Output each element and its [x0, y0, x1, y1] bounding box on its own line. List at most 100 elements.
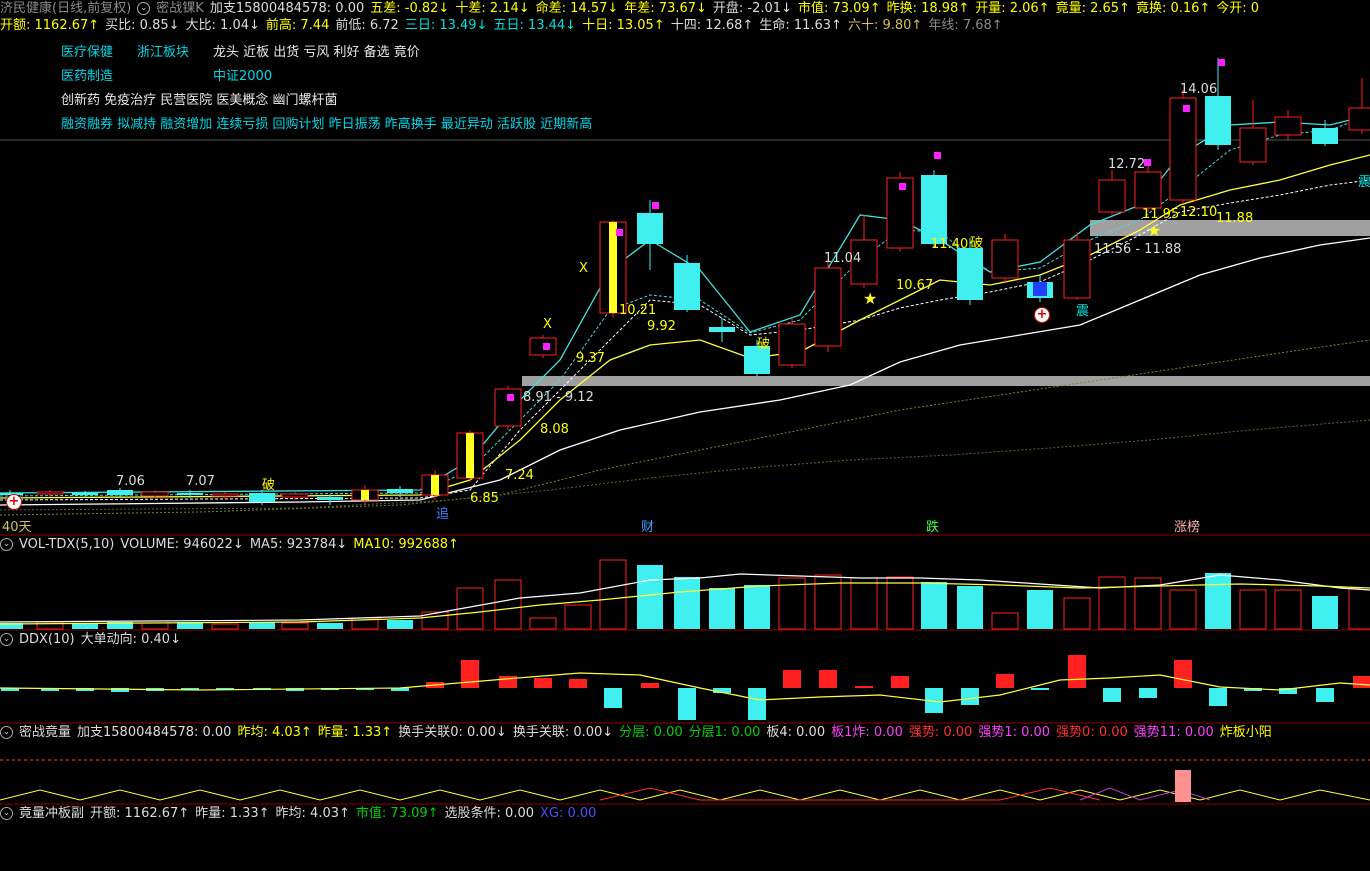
ddx-bar [819, 670, 837, 688]
candle-body [957, 248, 983, 300]
signal-x: X [579, 261, 588, 276]
price-label: 7.06 [116, 474, 145, 489]
indicator-value: 强势1: 0.00 [978, 725, 1051, 740]
volume-bar [1239, 589, 1267, 630]
ddx-bar [1139, 688, 1157, 698]
indicator-value: 板1炸: 0.00 [831, 725, 903, 740]
candle-body [141, 491, 169, 497]
volume-bar [1312, 596, 1338, 629]
indicator-value: 昨量: 1.33↑ [317, 725, 393, 740]
signal-x: X [543, 317, 552, 332]
candle-body [211, 493, 239, 497]
star-icon: ★ [1147, 221, 1161, 240]
price-label: 11.95 [1142, 207, 1180, 222]
volume-bar [1169, 589, 1197, 630]
volume-bar [886, 576, 914, 630]
buy-signal-icon[interactable]: + [6, 494, 22, 510]
candle-body [709, 327, 735, 332]
indicator-value: 加支15800484578: 0.00 [77, 725, 232, 740]
ddx-bar [855, 686, 873, 688]
candle-body [1205, 96, 1231, 145]
price-label: 14.06 [1180, 82, 1218, 97]
collapse-icon[interactable]: ⌄ [0, 807, 13, 820]
signal-dot [652, 202, 659, 209]
price-label: 12.10 [1180, 205, 1218, 220]
indicator-value: XG: 0.00 [540, 806, 597, 821]
mzjl-pane-header: ⌄ 密战竟量 加支15800484578: 0.00 昨均: 4.03↑ 昨量: 1.3… [0, 724, 1370, 742]
price-label: 11.40 [931, 237, 969, 252]
indicator-value: 换手关联: 0.00↓ [512, 725, 614, 740]
volume-bar [599, 559, 627, 630]
candle-body [1134, 171, 1162, 209]
signal-dot [1218, 59, 1225, 66]
indicator-value: 强势11: 0.00 [1133, 725, 1214, 740]
candle-body [1312, 128, 1338, 144]
price-label: 10.21 [619, 303, 657, 318]
price-label: 11.04 [824, 251, 862, 266]
signal-po: 破 [262, 478, 276, 493]
candle-body [814, 267, 842, 347]
volume-bars [0, 559, 1370, 630]
candle-body [107, 490, 133, 495]
event-marker-zhangbang[interactable]: 涨榜 [1174, 516, 1200, 535]
candle-body [1239, 127, 1267, 163]
volume-bar [141, 622, 169, 630]
candle-body [72, 493, 98, 495]
candle-body [1274, 116, 1302, 136]
volume-bar [921, 582, 947, 629]
signal-dot [1183, 105, 1190, 112]
ddx-bar [783, 670, 801, 688]
price-label: 6.85 [470, 491, 499, 506]
ddx-bar [569, 679, 587, 688]
volume-bar [317, 623, 343, 629]
collapse-icon[interactable]: ⌄ [0, 538, 13, 551]
limit-up-bar [431, 475, 439, 495]
indicator-value: VOL-TDX(5,10) [19, 537, 115, 552]
volume-bar [744, 585, 770, 629]
event-marker-cai[interactable]: 财 [641, 516, 654, 535]
price-label: 7.07 [186, 474, 215, 489]
star-icon: ★ [863, 289, 877, 308]
candle-body [637, 213, 663, 244]
candle-body [281, 493, 309, 498]
indicator-value: 密战竟量 [19, 725, 72, 740]
signal-dot [507, 394, 514, 401]
indicator-value: 强势0: 0.00 [1056, 725, 1128, 740]
ddx-bar [961, 688, 979, 705]
ddx-bar [748, 688, 766, 720]
event-marker-zhui[interactable]: 追 [436, 503, 449, 522]
event-marker-die[interactable]: 跌 [926, 516, 939, 535]
volume-bar [211, 623, 239, 630]
buy-signal-icon[interactable]: + [1034, 307, 1050, 323]
candle-body [249, 493, 275, 502]
ddx-pane-header: ⌄ DDX(10) 大单动向: 0.40↓ [0, 631, 1370, 649]
price-label: 9.92 [647, 319, 676, 334]
indicator-value: 开额: 1162.67↑ [90, 806, 190, 821]
indicator-value: 市值: 73.09↑ [355, 806, 439, 821]
volume-bar [957, 586, 983, 629]
indicator-value: DDX(10) [19, 632, 75, 647]
volume-bar [850, 577, 878, 630]
candle-body [387, 489, 413, 493]
signal-zhen: 震 [1358, 175, 1370, 190]
indicator-value: 换手关联0: 0.00↓ [398, 725, 507, 740]
volume-bar [281, 622, 309, 630]
indicator-value: 昨均: 4.03↑ [275, 806, 350, 821]
volume-bar [1205, 573, 1231, 629]
period-label: 40天 [2, 520, 32, 535]
volume-bar [1063, 597, 1091, 630]
ddx-bar [604, 688, 622, 708]
collapse-icon[interactable]: ⌄ [0, 633, 13, 646]
indicator-value: 分层: 0.00 [619, 725, 683, 740]
indicator-value: MA5: 923784↓ [249, 537, 348, 552]
signal-dot [899, 183, 906, 190]
ddx-bar [1209, 688, 1227, 706]
price-label: 9.37 [576, 351, 605, 366]
zone-label: 8.91 - 9.12 [523, 390, 594, 405]
ddx-bar [891, 676, 909, 688]
collapse-icon[interactable]: ⌄ [0, 726, 13, 739]
indicator-value: 昨量: 1.33↑ [195, 806, 270, 821]
support-band-low [522, 376, 1370, 386]
signal-po: 破 [757, 337, 771, 352]
signal-zhen: 震 [1076, 304, 1090, 319]
